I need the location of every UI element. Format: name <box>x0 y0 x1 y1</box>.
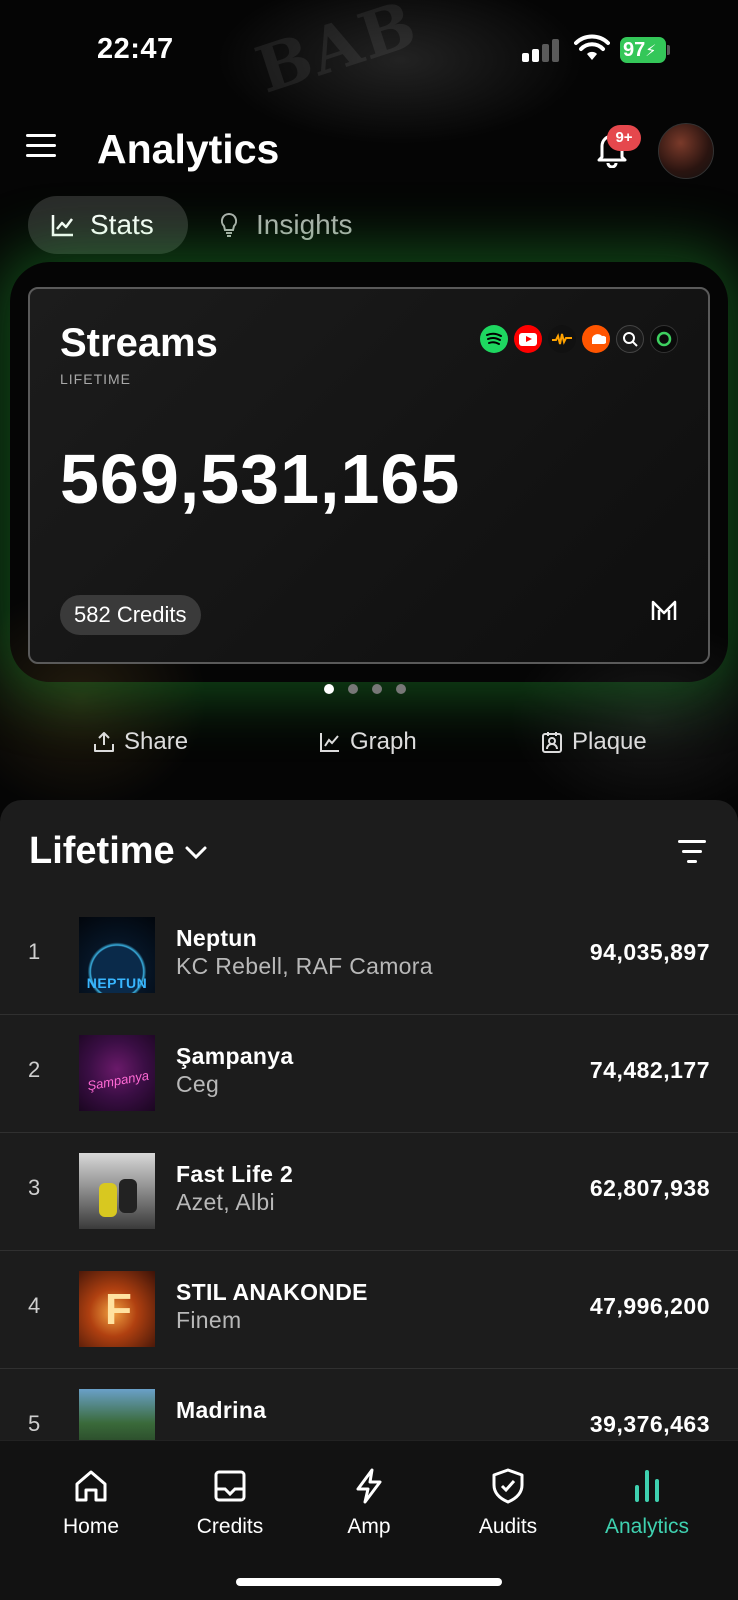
plaque-icon <box>542 732 562 753</box>
track-artist: Azet, Albi <box>176 1189 275 1215</box>
album-cover <box>79 1153 155 1229</box>
audiomack-icon <box>548 325 576 353</box>
album-cover <box>79 1389 155 1440</box>
battery-indicator: 97⚡ <box>620 37 670 63</box>
track-artist: Ceg <box>176 1071 220 1097</box>
table-row[interactable]: 2 Şampanya Şampanya Ceg 74,482,177 <box>0 1015 738 1133</box>
shazam-icon <box>616 325 644 353</box>
tab-analytics-label: Analytics <box>604 1515 690 1538</box>
chevron-down-icon <box>185 846 207 859</box>
tab-home[interactable]: Home <box>21 1467 161 1539</box>
pager-dot[interactable] <box>396 684 406 694</box>
card-title: Streams <box>60 321 218 365</box>
album-cover: F <box>79 1271 155 1347</box>
album-cover-text: NEPTUN <box>86 975 148 991</box>
status-time: 22:47 <box>97 33 174 65</box>
track-streams: 62,807,938 <box>589 1175 710 1201</box>
card-actions: Share Graph Plaque <box>0 728 738 764</box>
spotify-icon <box>480 325 508 353</box>
pager-dot[interactable] <box>372 684 382 694</box>
lightning-icon <box>356 1468 382 1504</box>
tab-amp[interactable]: Amp <box>299 1467 439 1539</box>
plaque-button[interactable]: Plaque <box>540 728 647 756</box>
album-cover-text: Şampanya <box>86 1067 150 1094</box>
pager-dot[interactable] <box>348 684 358 694</box>
share-label: Share <box>124 728 189 755</box>
status-bar: 22:47 97⚡ <box>0 0 738 100</box>
track-streams: 74,482,177 <box>589 1057 710 1083</box>
period-selector[interactable]: Lifetime <box>29 830 209 873</box>
track-streams: 94,035,897 <box>589 939 710 965</box>
row-rank: 4 <box>28 1293 41 1318</box>
period-label: Lifetime <box>29 830 175 872</box>
youtube-icon <box>514 325 542 353</box>
tab-audits[interactable]: Audits <box>438 1467 578 1539</box>
credits-icon <box>214 1470 246 1502</box>
graph-icon <box>320 733 339 752</box>
tab-stats[interactable]: Stats <box>28 196 188 254</box>
row-rank: 1 <box>28 939 41 964</box>
row-rank: 3 <box>28 1175 41 1200</box>
row-rank: 2 <box>28 1057 41 1082</box>
battery-level: 97 <box>623 39 646 61</box>
track-title: Neptun <box>176 925 258 951</box>
graph-button[interactable]: Graph <box>318 728 417 756</box>
wifi-icon <box>574 34 610 60</box>
bottom-tab-bar: Home Credits Amp Audits Analytics <box>0 1440 738 1600</box>
share-icon <box>94 732 114 752</box>
tab-credits[interactable]: Credits <box>160 1467 300 1539</box>
streams-total: 569,531,165 <box>60 440 461 518</box>
table-row[interactable]: 4 F STIL ANAKONDE Finem 47,996,200 <box>0 1251 738 1369</box>
home-indicator <box>236 1578 502 1586</box>
apple-music-icon <box>650 325 678 353</box>
track-title: STIL ANAKONDE <box>176 1279 368 1305</box>
tab-analytics[interactable]: Analytics <box>577 1467 717 1539</box>
lifetime-sheet: Lifetime 1 NEPTUN Neptun KC Rebell, RAF … <box>0 800 738 1440</box>
track-title: Fast Life 2 <box>176 1161 294 1187</box>
album-cover-text: F <box>105 1285 132 1334</box>
tab-stats-label: Stats <box>90 209 154 240</box>
platform-icons <box>480 325 678 353</box>
tab-audits-label: Audits <box>478 1515 538 1538</box>
plaque-label: Plaque <box>572 728 647 755</box>
credits-pill[interactable]: 582 Credits <box>60 595 201 635</box>
share-button[interactable]: Share <box>92 728 188 756</box>
home-icon <box>75 1470 107 1502</box>
chart-line-icon <box>51 215 73 237</box>
soundcloud-icon <box>582 325 610 353</box>
graph-label: Graph <box>350 728 417 755</box>
track-artist: Finem <box>176 1307 242 1333</box>
table-row[interactable]: 1 NEPTUN Neptun KC Rebell, RAF Camora 94… <box>0 897 738 1015</box>
menu-icon[interactable] <box>26 134 56 160</box>
filter-icon[interactable] <box>678 840 708 864</box>
card-pager[interactable] <box>324 684 406 694</box>
tab-insights-label: Insights <box>256 209 353 240</box>
track-artist: KC Rebell, RAF Camora <box>176 953 433 979</box>
bar-chart-icon <box>635 1470 659 1502</box>
brand-logo-icon <box>651 600 677 620</box>
track-streams: 39,376,463 <box>589 1411 710 1437</box>
pager-dot[interactable] <box>324 684 334 694</box>
streams-card[interactable]: Streams LIFETIME 569,531,165 582 Credits <box>28 287 710 664</box>
row-rank: 5 <box>28 1411 41 1436</box>
page-title: Analytics <box>97 126 280 172</box>
tab-home-label: Home <box>62 1515 120 1538</box>
track-streams: 47,996,200 <box>589 1293 710 1319</box>
card-subtitle: LIFETIME <box>60 371 132 387</box>
cellular-signal-icon <box>522 38 562 62</box>
table-row[interactable]: 3 Fast Life 2 Azet, Albi 62,807,938 <box>0 1133 738 1251</box>
tab-amp-label: Amp <box>347 1515 391 1538</box>
track-title: Madrina <box>176 1397 267 1423</box>
table-row[interactable]: 5 Madrina 39,376,463 <box>0 1369 738 1440</box>
shield-check-icon <box>492 1468 524 1504</box>
notification-badge: 9+ <box>607 125 641 151</box>
track-title: Şampanya <box>176 1043 294 1069</box>
album-cover: Şampanya <box>79 1035 155 1111</box>
lightbulb-icon <box>220 212 238 237</box>
tab-credits-label: Credits <box>196 1515 264 1538</box>
album-cover: NEPTUN <box>79 917 155 993</box>
tab-insights[interactable]: Insights <box>216 196 353 254</box>
avatar[interactable] <box>658 123 714 179</box>
